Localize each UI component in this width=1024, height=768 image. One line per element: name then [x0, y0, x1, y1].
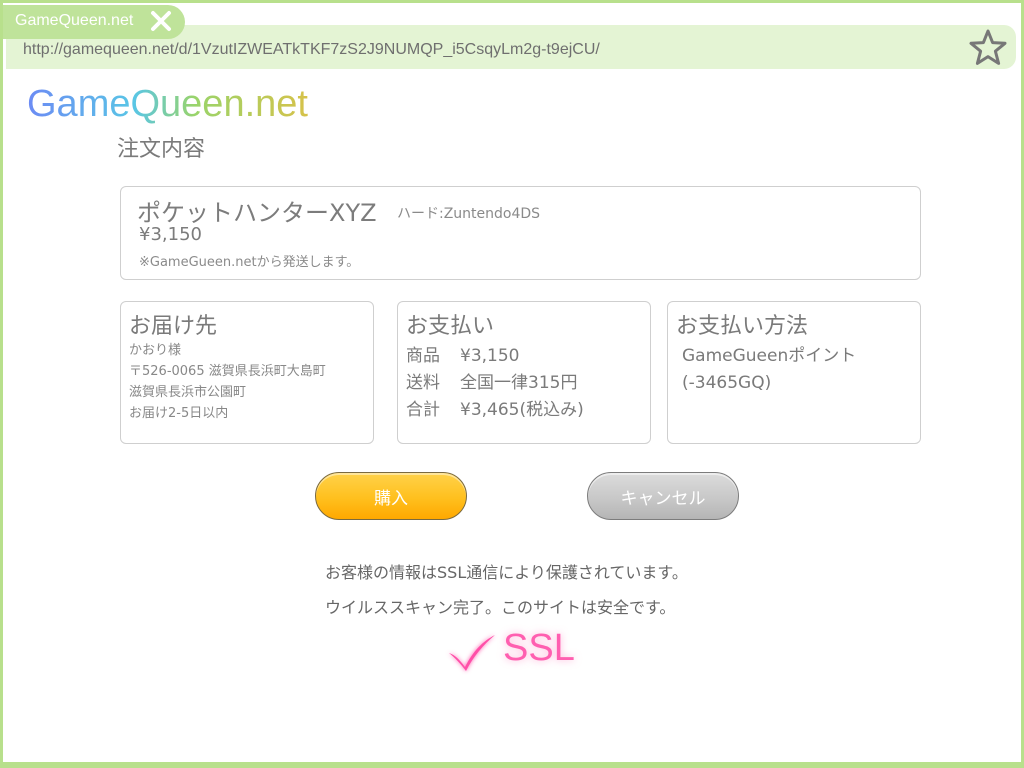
- payment-card: お支払い 商品 ¥3,150 送料 全国一律315円 合計 ¥3,465(税込み): [397, 301, 651, 444]
- delivery-card: お届け先 かおり様 〒526-0065 滋賀県長浜町大島町 滋賀県長浜市公園町 …: [120, 301, 374, 444]
- payment-method-name: GameGueenポイント: [682, 346, 857, 366]
- payment-value: 全国一律315円: [460, 373, 578, 393]
- url-text[interactable]: http://gamequeen.net/d/1VzutIZWEATkTKF7z…: [23, 41, 600, 59]
- payment-value: ¥3,150: [460, 346, 520, 366]
- checkmark-icon: [449, 635, 495, 671]
- payment-row-shipping: 送料 全国一律315円: [406, 370, 584, 397]
- payment-method-card: お支払い方法 GameGueenポイント (-3465GQ): [667, 301, 921, 444]
- site-logo[interactable]: GameQueen.net: [27, 83, 308, 126]
- payment-value: ¥3,465(税込み): [460, 400, 584, 420]
- tab-title: GameQueen.net: [15, 12, 134, 29]
- virus-scan-notice: ウイルススキャン完了。このサイトは安全です。: [325, 598, 676, 617]
- payment-method-points: (-3465GQ): [682, 373, 772, 393]
- payment-label: 送料: [406, 373, 440, 393]
- buy-button[interactable]: 購入: [315, 472, 467, 520]
- product-card: ポケットハンターXYZ ハード:Zuntendo4DS ¥3,150 ※Game…: [120, 186, 921, 280]
- delivery-details: かおり様 〒526-0065 滋賀県長浜町大島町 滋賀県長浜市公園町 お届け2-…: [129, 340, 326, 424]
- payment-heading: お支払い: [406, 314, 495, 339]
- browser-frame: GameQueen.net http://gamequeen.net/d/1Vz…: [0, 0, 1024, 768]
- delivery-address-line2: 滋賀県長浜市公園町: [129, 385, 247, 400]
- page-title: 注文内容: [117, 137, 206, 162]
- product-name: ポケットハンターXYZ: [137, 199, 377, 227]
- payment-method-heading: お支払い方法: [676, 314, 809, 339]
- star-icon[interactable]: [968, 28, 1008, 68]
- product-hardware: ハード:Zuntendo4DS: [397, 206, 541, 222]
- payment-row-total: 合計 ¥3,465(税込み): [406, 397, 584, 424]
- cancel-button[interactable]: キャンセル: [587, 472, 739, 520]
- delivery-heading: お届け先: [129, 314, 218, 339]
- payment-row-item: 商品 ¥3,150: [406, 343, 584, 370]
- ssl-notice: お客様の情報はSSL通信により保護されています。: [325, 563, 688, 582]
- delivery-name: かおり様: [129, 343, 182, 358]
- product-note: ※GameGueen.netから発送します。: [139, 255, 360, 270]
- close-icon[interactable]: [149, 9, 173, 33]
- payment-method-details: GameGueenポイント (-3465GQ): [682, 343, 856, 397]
- payment-label: 商品: [406, 346, 440, 366]
- browser-tab[interactable]: GameQueen.net: [3, 5, 185, 39]
- delivery-address-line1: 〒526-0065 滋賀県長浜町大島町: [129, 364, 326, 379]
- delivery-eta: お届け2-5日以内: [129, 406, 229, 421]
- payment-details: 商品 ¥3,150 送料 全国一律315円 合計 ¥3,465(税込み): [406, 343, 584, 424]
- ssl-badge: SSL: [503, 627, 575, 669]
- payment-label: 合計: [406, 400, 440, 420]
- product-price: ¥3,150: [139, 224, 202, 245]
